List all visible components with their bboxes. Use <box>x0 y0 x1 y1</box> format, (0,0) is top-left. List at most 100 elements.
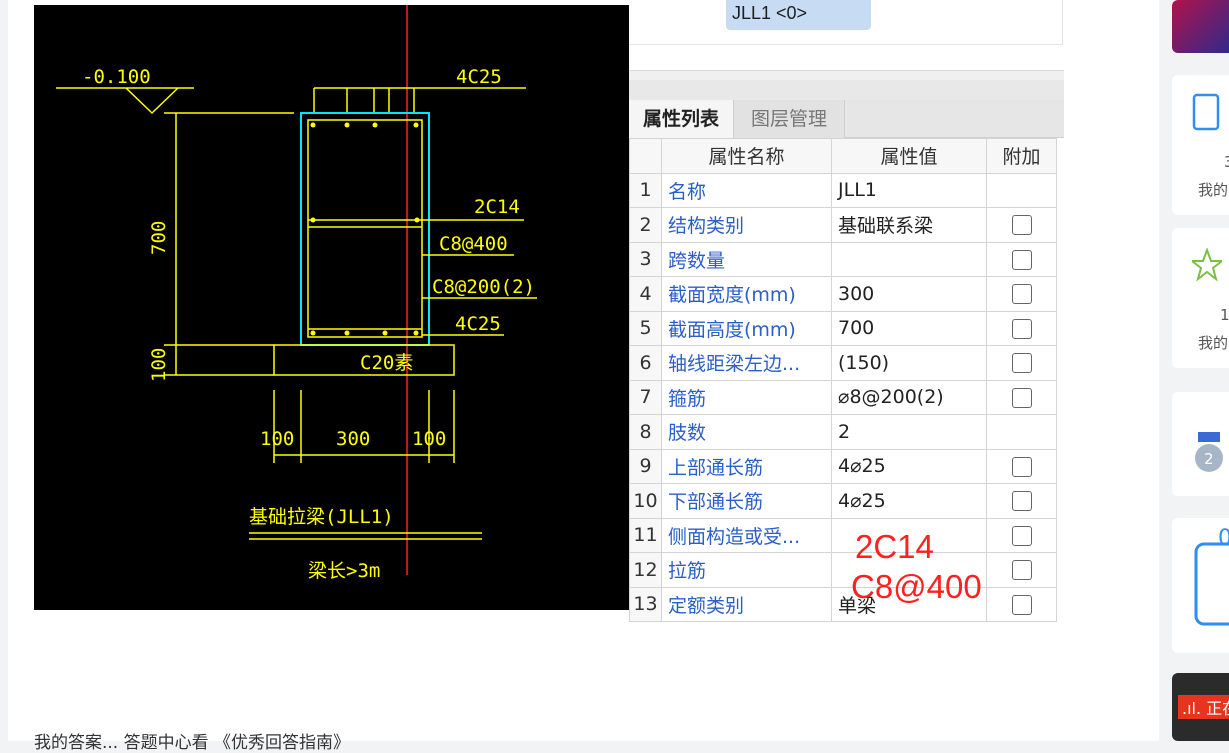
table-row[interactable]: 4 截面宽度(mm) 300 <box>629 276 1057 312</box>
tab-properties[interactable]: 属性列表 <box>629 100 734 138</box>
component-selector[interactable]: JLL1 <0> <box>726 0 871 30</box>
row-index: 5 <box>629 310 662 346</box>
row-index: 1 <box>629 172 662 208</box>
extra-checkbox[interactable] <box>1011 525 1032 546</box>
promo-banner[interactable] <box>1172 0 1229 53</box>
property-table: 属性名称 属性值 附加 1 名称 JLL1 2 结构类别 基础联系梁 3 跨数量 4 截面宽度(m… <box>629 138 1057 622</box>
side-bars-label: 2C14 <box>474 196 520 218</box>
extra-checkbox[interactable] <box>1011 387 1032 408</box>
property-name: 跨数量 <box>661 241 832 277</box>
extra-checkbox[interactable] <box>1011 560 1032 581</box>
property-value[interactable]: (150) <box>831 345 987 381</box>
extra-checkbox[interactable] <box>1011 215 1032 236</box>
live-badge: .ıl. 正在 <box>1178 695 1229 719</box>
property-value[interactable] <box>831 241 987 277</box>
extra-checkbox[interactable] <box>1011 594 1032 615</box>
property-value[interactable]: 700 <box>831 310 987 346</box>
table-row[interactable]: 1 名称 JLL1 <box>629 172 1057 208</box>
tab-layers[interactable]: 图层管理 <box>734 100 845 138</box>
table-row[interactable]: 5 截面高度(mm) 700 <box>629 310 1057 346</box>
property-name: 截面宽度(mm) <box>661 276 832 312</box>
cad-drawing: -0.100 4C25 2C14 C8@400 C8@200(2) 4C25 C… <box>34 5 629 610</box>
extra-cell <box>986 276 1057 312</box>
table-row[interactable]: 3 跨数量 <box>629 241 1057 277</box>
star-icon <box>1192 248 1222 282</box>
table-header-row: 属性名称 属性值 附加 <box>629 138 1057 174</box>
tie-bars-label: C8@400 <box>439 233 508 255</box>
answers-count: 3 <box>1224 153 1229 171</box>
table-row[interactable]: 10 下部通长筋 4⌀25 <box>629 483 1057 519</box>
favorites-card[interactable]: 1 我的 <box>1172 228 1229 368</box>
property-name: 定额类别 <box>661 586 832 622</box>
row-index: 11 <box>629 517 662 553</box>
property-value[interactable]: 4⌀25 <box>831 448 987 484</box>
extra-checkbox[interactable] <box>1011 456 1032 477</box>
extra-checkbox[interactable] <box>1011 491 1032 512</box>
extra-cell <box>986 241 1057 277</box>
document-icon <box>1192 93 1220 131</box>
property-value[interactable]: 4⌀25 <box>831 483 987 519</box>
right-sidebar: 3 我的 1 我的 2 0 .ıl. 正在 <box>1159 0 1229 741</box>
column-header-value: 属性值 <box>831 138 987 174</box>
dim-left: 100 <box>260 428 294 450</box>
property-name: 上部通长筋 <box>661 448 832 484</box>
height-dim: 700 <box>148 221 170 255</box>
row-index: 2 <box>629 207 662 243</box>
property-panel: 属性列表 图层管理 属性名称 属性值 附加 1 名称 JLL1 2 结构类别 基础联系梁 3… <box>629 70 1064 640</box>
dim-right: 100 <box>412 428 446 450</box>
row-index: 4 <box>629 276 662 312</box>
property-name: 轴线距梁左边... <box>661 345 832 381</box>
row-index: 6 <box>629 345 662 381</box>
row-index: 12 <box>629 552 662 588</box>
annotation-tie-bars: C8@400 <box>851 568 982 605</box>
table-row[interactable]: 13 定额类别 单梁 <box>629 586 1057 622</box>
property-value[interactable]: ⌀8@200(2) <box>831 379 987 415</box>
table-row[interactable]: 2 结构类别 基础联系梁 <box>629 207 1057 243</box>
extra-cell <box>986 345 1057 381</box>
medal-card[interactable]: 2 <box>1172 392 1229 496</box>
table-row[interactable]: 8 肢数 2 <box>629 414 1057 450</box>
extra-cell <box>986 552 1057 588</box>
elevation-marker <box>125 87 179 115</box>
property-name: 名称 <box>661 172 832 208</box>
answers-card[interactable]: 3 我的 <box>1172 75 1229 215</box>
live-banner[interactable]: .ıl. 正在 <box>1172 673 1229 741</box>
answers-label: 我的 <box>1198 181 1229 199</box>
elevation-label: -0.100 <box>82 66 151 88</box>
extra-cell <box>986 379 1057 415</box>
property-value[interactable]: JLL1 <box>831 172 987 208</box>
table-row[interactable]: 9 上部通长筋 4⌀25 <box>629 448 1057 484</box>
extra-cell <box>986 172 1057 208</box>
extra-checkbox[interactable] <box>1011 249 1032 270</box>
svg-text:2: 2 <box>1204 450 1214 468</box>
row-index: 9 <box>629 448 662 484</box>
property-name: 结构类别 <box>661 207 832 243</box>
extra-cell <box>986 517 1057 553</box>
dim-mid: 300 <box>336 428 370 450</box>
row-index: 10 <box>629 483 662 519</box>
index-header <box>629 138 662 174</box>
table-row[interactable]: 11 侧面构造或受... <box>629 517 1057 553</box>
extra-checkbox[interactable] <box>1011 284 1032 305</box>
favorites-label: 我的 <box>1198 334 1229 352</box>
table-row[interactable]: 12 拉筋 <box>629 552 1057 588</box>
property-name: 箍筋 <box>661 379 832 415</box>
property-value[interactable]: 基础联系梁 <box>831 207 987 243</box>
property-name: 侧面构造或受... <box>661 517 832 553</box>
property-value[interactable]: 300 <box>831 276 987 312</box>
row-index: 3 <box>629 241 662 277</box>
pad-dim: 100 <box>148 348 170 382</box>
extra-cell <box>986 586 1057 622</box>
extra-checkbox[interactable] <box>1011 353 1032 374</box>
table-row[interactable]: 6 轴线距梁左边... (150) <box>629 345 1057 381</box>
drawing-note: 梁长>3m <box>308 560 380 582</box>
pad-label: C20素 <box>360 352 413 374</box>
property-name: 下部通长筋 <box>661 483 832 519</box>
drawing-title: 基础拉梁(JLL1) <box>249 506 394 528</box>
checkin-card[interactable]: 0 <box>1172 518 1229 653</box>
column-header-name: 属性名称 <box>661 138 832 174</box>
favorites-count: 1 <box>1220 306 1229 324</box>
table-row[interactable]: 7 箍筋 ⌀8@200(2) <box>629 379 1057 415</box>
extra-checkbox[interactable] <box>1011 318 1032 339</box>
property-value[interactable]: 2 <box>831 414 987 450</box>
